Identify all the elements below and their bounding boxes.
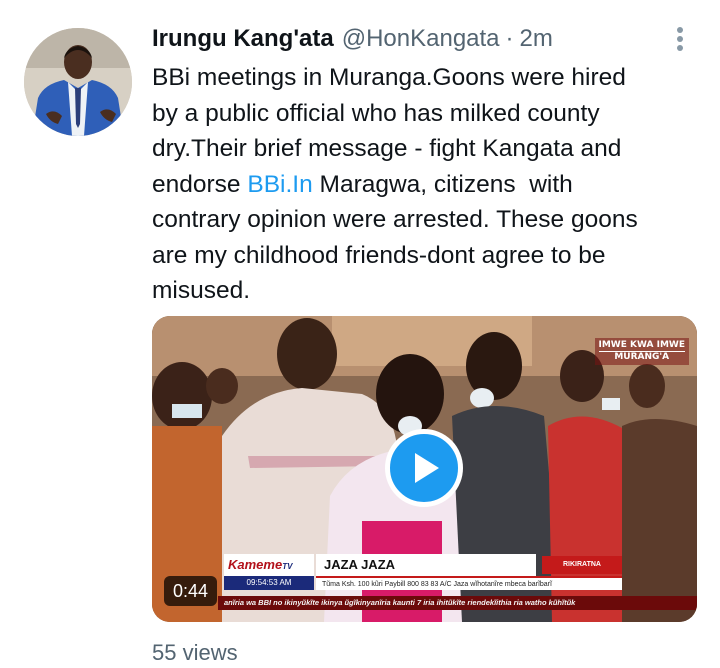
more-vertical-icon[interactable] [668, 24, 692, 54]
channel-tag: IMWE KWA IMWE MURANG'A [594, 338, 689, 365]
video-duration: 0:44 [164, 576, 218, 606]
video-player[interactable]: IMWE KWA IMWE MURANG'A KamemeTV 09:54:53… [152, 316, 697, 622]
tweet-timestamp[interactable]: 2m [520, 25, 553, 53]
author-name[interactable]: Irungu Kang'ata [152, 25, 334, 53]
tv-lower-third: KamemeTV 09:54:53 AM JAZA JAZA Tũma Ksh.… [224, 554, 627, 598]
avatar-image [24, 28, 132, 136]
tv-headline: JAZA JAZA [316, 554, 536, 576]
tweet[interactable]: Irungu Kang'ata @HonKangata · 2m BBi mee… [0, 0, 720, 668]
tweet-text-line: misused. [152, 277, 251, 304]
tweet-header: Irungu Kang'ata @HonKangata · 2m [152, 22, 660, 56]
author-handle[interactable]: @HonKangata [342, 25, 500, 53]
tweet-text-line: dry.Their brief message - fight Kangata … [152, 135, 622, 162]
tweet-text: BBi meetings in Muranga.Goons were hired… [152, 60, 697, 309]
tv-logo-text: Kameme [228, 557, 283, 572]
tweet-text-line: contrary opinion were arrested. These go… [152, 206, 638, 233]
tv-clock: 09:54:53 AM [224, 576, 314, 590]
tweet-text-line: by a public official who has milked coun… [152, 99, 600, 127]
tweet-text-line: BBi meetings in Muranga.Goons were hired [152, 64, 626, 91]
avatar[interactable] [24, 28, 132, 136]
tweet-link[interactable]: BBi.In [247, 171, 312, 198]
tv-subheadline: Tũma Ksh. 100 kũri Paybill 800 83 83 A/C… [316, 576, 622, 590]
play-icon[interactable] [385, 429, 463, 507]
channel-tag-line1: IMWE KWA IMWE [598, 340, 685, 352]
view-count[interactable]: 55 views [152, 640, 238, 666]
tweet-text-segment: endorse [152, 170, 248, 198]
tv-logo-suffix: TV [282, 562, 293, 571]
tv-ticker: anĩria wa BBI no ikinyũkĩte ikinya ũgĩki… [218, 596, 697, 610]
tv-logo: KamemeTV [224, 554, 314, 576]
tv-badge: RIKIRATNA [542, 556, 622, 574]
channel-tag-line2: MURANG'A [614, 352, 670, 362]
tweet-text-line: are my childhood friends-dont agree to b… [152, 241, 606, 269]
separator-dot: · [505, 25, 514, 52]
tweet-text-segment: Maragwa, citizens with [312, 170, 573, 198]
tweet-text-line: endorse BBi.In Maragwa, citizens with [152, 167, 697, 203]
